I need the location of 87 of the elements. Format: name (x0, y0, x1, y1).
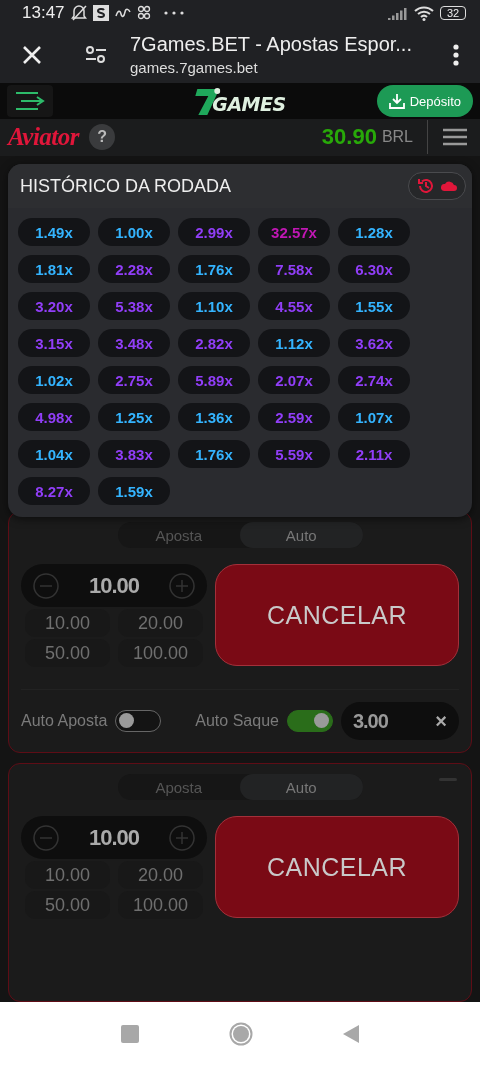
multiplier-chip: 2.74x (338, 366, 410, 394)
more-menu-icon[interactable] (452, 42, 460, 67)
auto-bet-toggle[interactable] (115, 710, 162, 732)
multiplier-chip: 1.59x (98, 477, 170, 505)
multiplier-chip: 3.15x (18, 329, 90, 357)
multiplier-chip: 1.04x (18, 440, 90, 468)
multiplier-chip: 1.28x (338, 218, 410, 246)
auto-cashout-label: Auto Saque (195, 712, 279, 730)
multiplier-chip: 1.02x (18, 366, 90, 394)
multiplier-chip: 5.89x (178, 366, 250, 394)
back-icon[interactable] (343, 1025, 359, 1043)
game-logo: Aviator (8, 123, 80, 152)
menu-arrow-icon (15, 91, 45, 112)
cloud-icon (441, 180, 457, 192)
multiplier-chip: 1.07x (338, 403, 410, 431)
more-icon (162, 10, 185, 17)
site-logo: GAMES (212, 93, 286, 116)
help-button[interactable]: ? (89, 124, 116, 151)
bet-mode-tab[interactable]: Auto (240, 522, 363, 548)
multiplier-chip: 1.76x (178, 255, 250, 283)
multiplier-chip: 1.25x (98, 403, 170, 431)
cancel-button[interactable]: CANCELAR (215, 564, 459, 666)
multiplier-chip: 5.59x (258, 440, 330, 468)
multiplier-chip: 3.62x (338, 329, 410, 357)
clear-button[interactable]: × (435, 709, 447, 733)
multiplier-chip: 3.48x (98, 329, 170, 357)
history-title: HISTÓRICO DA RODADA (20, 175, 232, 197)
history-toggle-button[interactable] (408, 172, 466, 200)
quick-amount-button[interactable]: 10.00 (25, 609, 110, 637)
multiplier-chip: 7.58x (258, 255, 330, 283)
muted-bell-icon (70, 4, 87, 23)
app-icon (92, 5, 109, 22)
multiplier-chip: 2.99x (178, 218, 250, 246)
multiplier-chip: 1.55x (338, 292, 410, 320)
menu-icon[interactable] (442, 127, 468, 148)
quick-amount-button[interactable]: 50.00 (25, 639, 110, 667)
bet-amount: 10.00 (88, 572, 140, 599)
quick-amount-button[interactable]: 100.00 (118, 639, 203, 667)
multiplier-chip: 1.12x (258, 329, 330, 357)
multiplier-chip: 1.49x (18, 218, 90, 246)
quick-amount-button[interactable]: 20.00 (118, 609, 203, 637)
scribble-icon (114, 8, 131, 19)
multiplier-chip: 4.55x (258, 292, 330, 320)
quick-amount-button[interactable]: 20.00 (118, 861, 203, 889)
multiplier-chip: 2.11x (338, 440, 410, 468)
bet-mode-tab[interactable]: Auto (240, 774, 363, 800)
bet-mode-tab[interactable]: Aposta (117, 522, 240, 548)
clock: 13:47 (22, 3, 65, 24)
multiplier-chip: 1.36x (178, 403, 250, 431)
multiplier-chip: 2.75x (98, 366, 170, 394)
multiplier-chip: 1.76x (178, 440, 250, 468)
history-icon (417, 177, 435, 195)
multiplier-chip: 4.98x (18, 403, 90, 431)
multiplier-chip: 3.20x (18, 292, 90, 320)
multiplier-chip: 5.38x (98, 292, 170, 320)
quick-amount-button[interactable]: 100.00 (118, 891, 203, 919)
multiplier-chip: 6.30x (338, 255, 410, 283)
cashout-field[interactable]: 3.00 × (340, 702, 459, 740)
multiplier-chip: 3.83x (98, 440, 170, 468)
clover-icon (136, 5, 151, 22)
multiplier-chip: 1.00x (98, 218, 170, 246)
multiplier-chip: 32.57x (258, 218, 330, 246)
download-icon (388, 93, 405, 110)
menu-button[interactable] (7, 85, 53, 118)
multiplier-chip: 8.27x (18, 477, 90, 505)
signal-icon (388, 6, 408, 21)
multiplier-chip: 1.81x (18, 255, 90, 283)
bet-amount: 10.00 (88, 824, 140, 851)
currency: BRL (381, 128, 413, 147)
quick-amount-button[interactable]: 50.00 (25, 891, 110, 919)
multiplier-chip: 2.59x (258, 403, 330, 431)
multiplier-chip: 2.82x (178, 329, 250, 357)
auto-cashout-toggle[interactable] (286, 710, 333, 732)
multiplier-chip: 2.07x (258, 366, 330, 394)
quick-amount-button[interactable]: 10.00 (25, 861, 110, 889)
deposit-button[interactable]: Depósito (376, 85, 473, 118)
page-url: games.7games.bet (130, 59, 259, 77)
bet-mode-tab[interactable]: Aposta (117, 774, 240, 800)
auto-bet-label: Auto Aposta (21, 712, 108, 730)
balance: 30.90 (321, 124, 377, 151)
cancel-button[interactable]: CANCELAR (215, 816, 459, 918)
home-icon[interactable] (229, 1022, 253, 1046)
wifi-icon (414, 5, 434, 22)
page-title: 7Games.BET - Apostas Espor... (130, 33, 413, 57)
multiplier-chip: 2.28x (98, 255, 170, 283)
multiplier-chip: 1.10x (178, 292, 250, 320)
battery-level: 32 (440, 6, 466, 21)
